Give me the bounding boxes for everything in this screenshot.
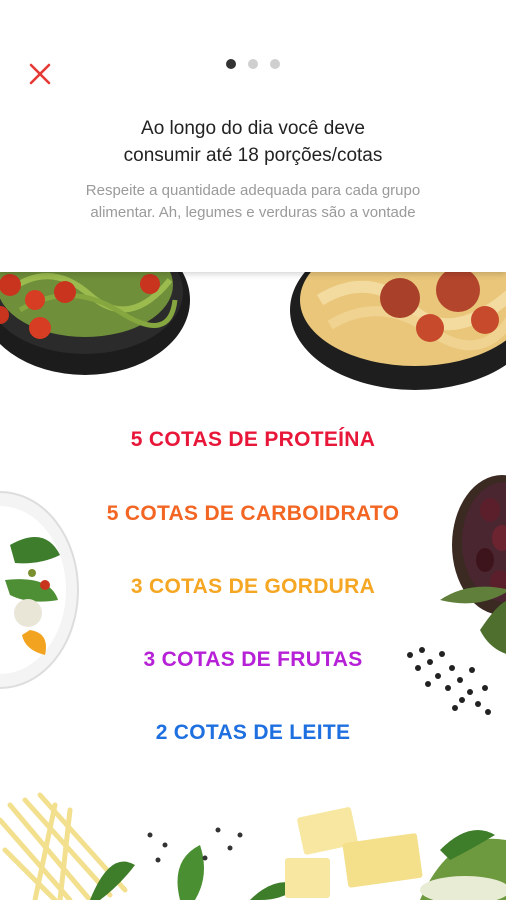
portion-milk: 2 COTAS DE LEITE — [155, 721, 351, 744]
page-subtitle: Respeite a quantidade adequada para cada… — [30, 180, 476, 224]
page-indicator — [0, 59, 506, 69]
page-title: Ao longo do dia você deve consumir até 1… — [40, 115, 466, 169]
onboarding-screen: Ao longo do dia você deve consumir até 1… — [0, 0, 506, 900]
portion-fat: 3 COTAS DE GORDURA — [130, 575, 376, 598]
info-header: Ao longo do dia você deve consumir até 1… — [0, 0, 506, 272]
portion-fruits: 3 COTAS DE FRUTAS — [143, 648, 363, 671]
title-line-1: Ao longo do dia você deve — [141, 118, 365, 139]
bottom-food-image — [0, 792, 506, 900]
page-dot-1[interactable] — [226, 59, 236, 69]
portion-carbohydrate: 5 COTAS DE CARBOIDRATO — [106, 502, 400, 525]
page-dot-2[interactable] — [248, 59, 258, 69]
subtitle-line-1: Respeite a quantidade adequada para cada… — [85, 182, 421, 199]
page-dot-3[interactable] — [270, 59, 280, 69]
subtitle-line-2: alimentar. Ah, legumes e verduras são a … — [90, 204, 416, 221]
portion-protein: 5 COTAS DE PROTEÍNA — [130, 428, 376, 451]
title-line-2: consumir até 18 porções/cotas — [123, 145, 383, 166]
